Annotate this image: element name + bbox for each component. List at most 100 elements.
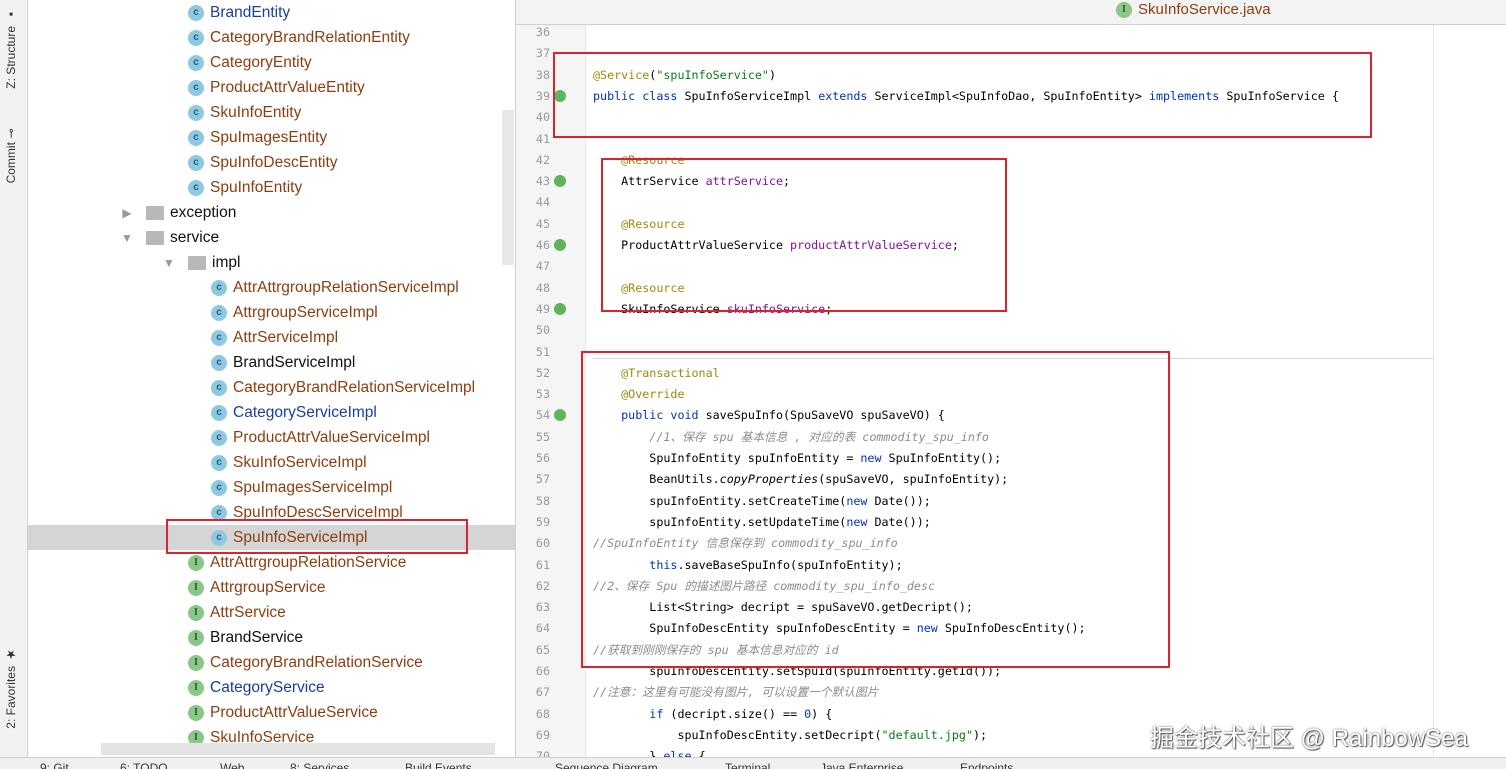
interface-icon: I bbox=[188, 579, 204, 596]
class-icon: c bbox=[188, 129, 204, 146]
line-number: 44 bbox=[535, 195, 550, 210]
bottom-tool-button[interactable]: 6: TODO bbox=[120, 761, 168, 769]
tree-item[interactable]: I AttrService bbox=[28, 600, 515, 625]
class-icon: c bbox=[211, 479, 227, 496]
code-token: } bbox=[593, 749, 664, 757]
tree-item[interactable]: c SpuImagesEntity bbox=[28, 125, 515, 150]
line-number: 41 bbox=[535, 131, 550, 146]
line-number: 67 bbox=[535, 685, 550, 700]
tree-item[interactable]: c CategoryBrandRelationServiceImpl bbox=[28, 375, 515, 400]
bottom-tool-button[interactable]: Build Events bbox=[405, 761, 472, 769]
tree-item[interactable]: ▼ service bbox=[28, 225, 515, 250]
bottom-tool-button[interactable]: 8: Services bbox=[290, 761, 349, 769]
code-token: ) { bbox=[811, 706, 833, 721]
tree-item[interactable]: c BrandEntity bbox=[28, 0, 515, 25]
tree-item[interactable]: c CategoryBrandRelationEntity bbox=[28, 25, 515, 50]
tree-item[interactable]: c AttrServiceImpl bbox=[28, 325, 515, 350]
gutter-navigation-icon[interactable] bbox=[554, 409, 566, 422]
tree-item[interactable]: c ProductAttrValueServiceImpl bbox=[28, 425, 515, 450]
tree-item-label: SkuInfoEntity bbox=[210, 103, 302, 121]
tree-item[interactable]: I AttrgroupService bbox=[28, 575, 515, 600]
code-line: 50 bbox=[516, 320, 1506, 341]
tree-item[interactable]: I CategoryBrandRelationService bbox=[28, 650, 515, 675]
interface-icon: I bbox=[188, 554, 204, 571]
line-number: 69 bbox=[535, 727, 550, 742]
bottom-tool-button[interactable]: Sequence Diagram bbox=[555, 761, 658, 769]
line-number: 51 bbox=[535, 344, 550, 359]
line-number: 55 bbox=[535, 429, 550, 444]
bottom-tool-button[interactable]: Terminal bbox=[725, 761, 770, 769]
commit-tab[interactable]: Commit ⊸ bbox=[4, 128, 18, 183]
tree-item[interactable]: c SpuImagesServiceImpl bbox=[28, 475, 515, 500]
line-number: 47 bbox=[535, 259, 550, 274]
line-number: 62 bbox=[535, 578, 550, 593]
expanded-arrow-icon[interactable]: ▼ bbox=[162, 256, 176, 270]
bottom-tool-button[interactable]: Java Enterprise bbox=[820, 761, 903, 769]
code-text: } else { bbox=[593, 746, 706, 757]
tree-vertical-scrollbar[interactable] bbox=[502, 110, 514, 265]
tree-item[interactable]: c SpuInfoEntity bbox=[28, 175, 515, 200]
highlight-box-save-method bbox=[581, 351, 1170, 668]
tree-item-label: SpuImagesEntity bbox=[210, 128, 328, 146]
tree-item-label: ProductAttrValueEntity bbox=[210, 78, 365, 96]
tree-item-label: exception bbox=[170, 203, 237, 221]
tree-item[interactable]: ▶ exception bbox=[28, 200, 515, 225]
class-icon: c bbox=[188, 154, 204, 171]
line-number: 43 bbox=[535, 174, 550, 189]
tree-item-label: AttrServiceImpl bbox=[233, 328, 339, 346]
code-token: //注意：这里有可能没有图片, 可以设置一个默认图片 bbox=[593, 685, 879, 700]
code-text: //注意：这里有可能没有图片, 可以设置一个默认图片 bbox=[593, 682, 878, 703]
tree-item[interactable]: c SpuInfoDescEntity bbox=[28, 150, 515, 175]
tree-item[interactable]: c AttrAttrgroupRelationServiceImpl bbox=[28, 275, 515, 300]
tree-item[interactable]: I BrandService bbox=[28, 625, 515, 650]
line-number: 61 bbox=[535, 557, 550, 572]
highlight-box-class-declaration bbox=[553, 52, 1372, 138]
bottom-tool-button[interactable]: Web bbox=[220, 761, 244, 769]
tree-item[interactable]: I ProductAttrValueService bbox=[28, 700, 515, 725]
editor-tab-bar: I SkuInfoService.java bbox=[516, 0, 1506, 25]
line-number: 45 bbox=[535, 216, 550, 231]
tree-horizontal-scrollbar[interactable] bbox=[101, 743, 495, 755]
tree-item-label: CategoryServiceImpl bbox=[233, 403, 377, 421]
line-number: 68 bbox=[535, 706, 550, 721]
class-icon: c bbox=[188, 79, 204, 96]
tree-item[interactable]: c BrandServiceImpl bbox=[28, 350, 515, 375]
gutter-navigation-icon[interactable] bbox=[554, 239, 566, 251]
tree-item[interactable]: c CategoryServiceImpl bbox=[28, 400, 515, 425]
tool-window-strip: Z: Structure ▪ Commit ⊸ 2: Favorites ★ bbox=[0, 0, 28, 757]
tab-skuinfoservice[interactable]: I SkuInfoService.java bbox=[1116, 1, 1271, 18]
tree-item-label: AttrAttrgroupRelationServiceImpl bbox=[233, 278, 459, 296]
tree-item[interactable]: c SkuInfoEntity bbox=[28, 100, 515, 125]
expanded-arrow-icon[interactable]: ▼ bbox=[120, 231, 134, 245]
class-icon: c bbox=[188, 104, 204, 121]
tree-item[interactable]: ▼ impl bbox=[28, 250, 515, 275]
gutter-navigation-icon[interactable] bbox=[554, 302, 566, 315]
code-token: { bbox=[698, 749, 706, 757]
favorites-tab[interactable]: 2: Favorites ★ bbox=[4, 648, 18, 729]
tree-item[interactable]: c SkuInfoServiceImpl bbox=[28, 450, 515, 475]
line-number: 39 bbox=[535, 88, 550, 103]
line-number: 58 bbox=[535, 493, 550, 508]
line-number: 64 bbox=[535, 621, 550, 636]
interface-icon: I bbox=[188, 654, 204, 671]
bottom-tool-button[interactable]: 9: Git bbox=[40, 761, 69, 769]
tree-item[interactable]: c ProductAttrValueEntity bbox=[28, 75, 515, 100]
line-number: 59 bbox=[535, 514, 550, 529]
gutter-navigation-icon[interactable] bbox=[554, 175, 566, 188]
line-number: 38 bbox=[535, 67, 550, 82]
structure-tab[interactable]: Z: Structure ▪ bbox=[4, 8, 18, 89]
folder-icon bbox=[146, 230, 164, 245]
class-icon: c bbox=[188, 54, 204, 71]
tree-item[interactable]: c AttrgroupServiceImpl bbox=[28, 300, 515, 325]
bottom-tool-button[interactable]: Endpoints bbox=[960, 761, 1013, 769]
interface-icon: I bbox=[1116, 1, 1132, 18]
line-number: 70 bbox=[535, 749, 550, 757]
collapsed-arrow-icon[interactable]: ▶ bbox=[120, 206, 134, 220]
tree-item[interactable]: I CategoryService bbox=[28, 675, 515, 700]
line-number: 63 bbox=[535, 600, 550, 615]
class-icon: c bbox=[211, 379, 227, 396]
interface-icon: I bbox=[188, 604, 204, 621]
tree-item[interactable]: c CategoryEntity bbox=[28, 50, 515, 75]
tree-item-label: SkuInfoServiceImpl bbox=[233, 453, 367, 471]
tree-item-label: CategoryBrandRelationService bbox=[210, 653, 423, 671]
